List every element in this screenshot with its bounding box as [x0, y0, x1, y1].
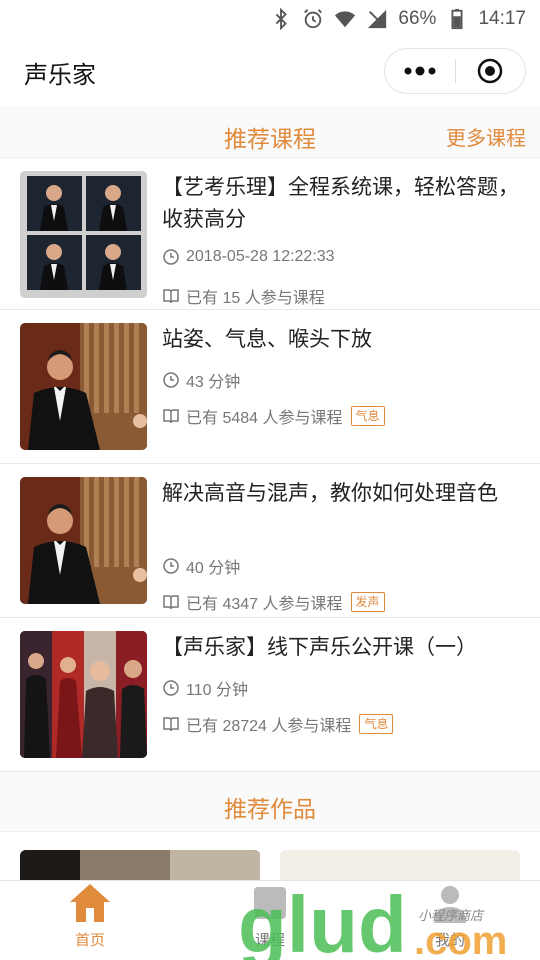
course-title: 站姿、气息、喉头下放 — [162, 328, 372, 351]
status-bar: 66% 14:17 — [0, 0, 540, 38]
more-dots-icon — [404, 66, 436, 76]
clock-icon — [162, 248, 180, 266]
tab-bar: 首页 课程 我的 — [0, 880, 540, 960]
course-item[interactable]: 【艺考乐理】全程系统课，轻松答题，收获高分 2018-05-28 12:22:3… — [0, 158, 540, 310]
course-duration: 40 分钟 — [186, 560, 241, 577]
course-time-row: 43 分钟 — [162, 368, 240, 392]
wifi-icon — [334, 8, 356, 30]
course-tag: 气息 — [350, 406, 385, 426]
course-thumbnail — [20, 323, 147, 450]
miniprogram-capsule — [384, 48, 526, 94]
course-time: 2018-05-28 12:22:33 — [186, 248, 335, 265]
works-row — [0, 832, 540, 890]
course-participants-row: 已有 15 人参与课程 — [162, 284, 325, 308]
tab-mine[interactable]: 我的 — [360, 881, 540, 960]
battery-icon — [446, 8, 468, 30]
book-icon — [162, 287, 180, 305]
course-duration: 43 分钟 — [186, 374, 241, 391]
course-item[interactable]: 站姿、气息、喉头下放 43 分钟 已有 5484 人参与课程 气息 — [0, 310, 540, 464]
tab-label: 首页 — [74, 932, 105, 949]
course-participants: 已有 4347 人参与课程 — [186, 596, 343, 613]
course-participants-row: 已有 28724 人参与课程 气息 — [162, 712, 394, 736]
status-time: 14:17 — [478, 8, 526, 29]
course-participants: 已有 5484 人参与课程 — [186, 410, 343, 427]
recommended-works-title: 推荐作品 — [224, 796, 316, 822]
course-time-row: 2018-05-28 12:22:33 — [162, 248, 335, 266]
courses-icon — [248, 881, 292, 925]
book-icon — [162, 593, 180, 611]
clock-icon — [162, 371, 180, 389]
course-item[interactable]: 【声乐家】线下声乐公开课（一） 110 分钟 已有 28724 人参与课程 气息 — [0, 618, 540, 772]
course-duration: 110 分钟 — [186, 682, 248, 699]
course-participants-row: 已有 5484 人参与课程 气息 — [162, 404, 385, 428]
course-thumbnail — [20, 631, 147, 758]
course-thumbnail — [20, 171, 147, 298]
recommended-courses-header: 推荐课程 更多课程 — [0, 106, 540, 158]
course-time-row: 40 分钟 — [162, 554, 240, 578]
battery-percent: 66% — [398, 8, 437, 29]
course-tag: 气息 — [359, 714, 394, 734]
tab-label: 课程 — [254, 932, 285, 949]
course-title: 【艺考乐理】全程系统课，轻松答题，收获高分 — [162, 176, 519, 231]
signal-icon — [366, 8, 388, 30]
page-title: 声乐家 — [24, 61, 96, 89]
course-time-row: 110 分钟 — [162, 676, 248, 700]
more-menu-button[interactable] — [385, 49, 455, 93]
tab-label: 我的 — [434, 932, 465, 949]
bluetooth-icon — [270, 8, 292, 30]
clock-icon — [162, 679, 180, 697]
tab-courses[interactable]: 课程 — [180, 881, 360, 960]
book-icon — [162, 407, 180, 425]
more-courses-link[interactable]: 更多课程 — [446, 122, 526, 151]
user-icon — [428, 881, 472, 925]
book-icon — [162, 715, 180, 733]
course-title: 【声乐家】线下声乐公开课（一） — [162, 636, 477, 659]
recommended-works-header: 推荐作品 — [0, 772, 540, 832]
course-tag: 发声 — [350, 592, 385, 612]
course-list: 【艺考乐理】全程系统课，轻松答题，收获高分 2018-05-28 12:22:3… — [0, 158, 540, 772]
target-close-icon — [478, 58, 503, 84]
course-thumbnail — [20, 477, 147, 604]
tab-home[interactable]: 首页 — [0, 881, 180, 960]
home-icon — [68, 881, 112, 925]
course-participants: 已有 15 人参与课程 — [186, 290, 325, 307]
course-participants: 已有 28724 人参与课程 — [186, 718, 352, 735]
alarm-icon — [302, 8, 324, 30]
nav-bar: 声乐家 — [0, 38, 540, 106]
close-button[interactable] — [456, 49, 526, 93]
clock-icon — [162, 557, 180, 575]
course-participants-row: 已有 4347 人参与课程 发声 — [162, 590, 385, 614]
course-item[interactable]: 解决高音与混声，教你如何处理音色 40 分钟 已有 4347 人参与课程 发声 — [0, 464, 540, 618]
course-title: 解决高音与混声，教你如何处理音色 — [162, 482, 498, 505]
